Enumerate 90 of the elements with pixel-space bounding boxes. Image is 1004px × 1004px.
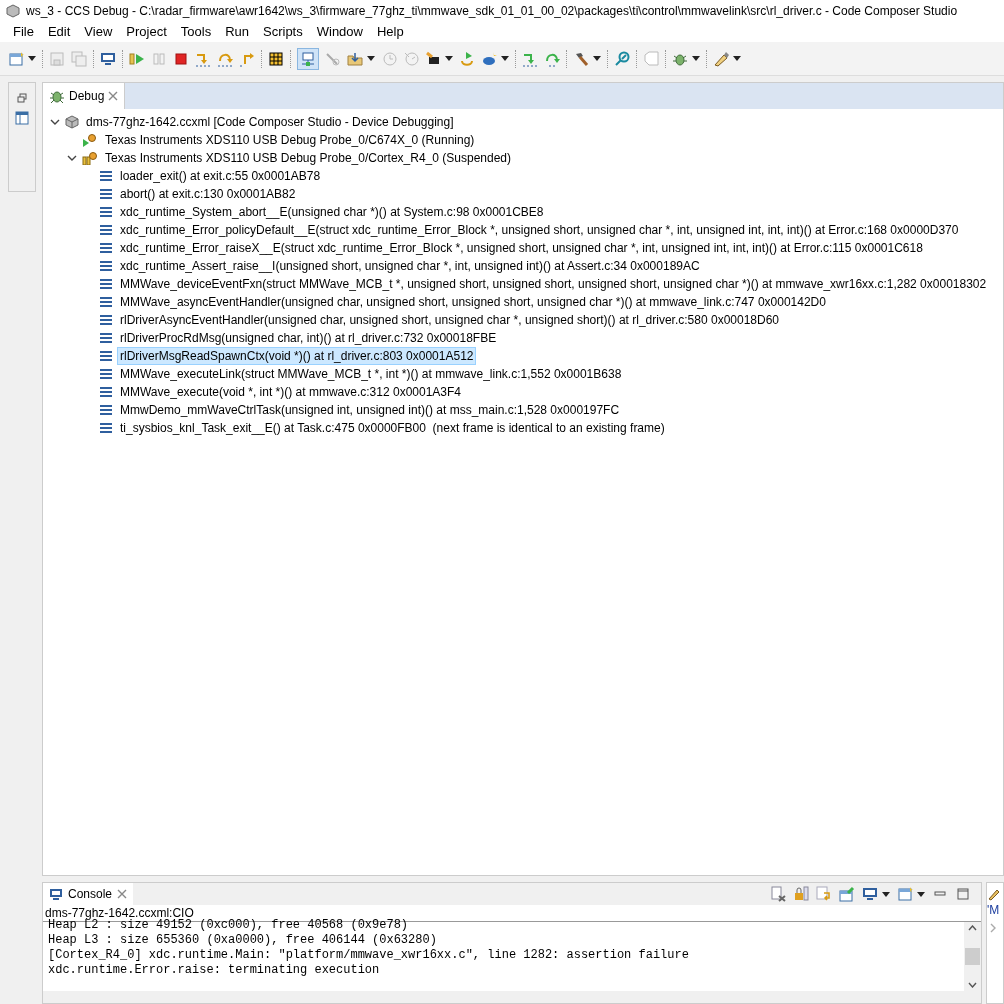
- stop-icon[interactable]: [173, 50, 189, 67]
- hammer-icon[interactable]: [573, 50, 589, 67]
- stack-frame-icon: [99, 422, 113, 434]
- stack-frame-icon: [99, 386, 113, 398]
- stack-frame-item[interactable]: xdc_runtime_Assert_raise__I(unsigned short, unsigned char *, int, unsigned int)() at Assert.c:34 0x000189AC: [117, 257, 703, 275]
- close-icon[interactable]: [117, 889, 128, 899]
- dropdown-caret-icon[interactable]: [593, 56, 601, 61]
- close-icon[interactable]: [108, 91, 119, 101]
- stack-frame-item[interactable]: MmwDemo_mmWaveCtrlTask(unsigned int, unsigned int)() at mss_main.c:1,528 0x000197FC: [117, 401, 623, 419]
- clear-console-icon[interactable]: [770, 886, 786, 902]
- menu-item[interactable]: Project: [119, 21, 174, 42]
- side-panel-text: 'M: [987, 902, 1001, 919]
- running-thread-icon: [82, 133, 98, 147]
- search-icon[interactable]: [614, 50, 630, 67]
- stack-frame-icon: [99, 206, 113, 218]
- stack-frame-icon: [99, 332, 113, 344]
- monitor-icon[interactable]: [100, 50, 116, 67]
- stack-frame-icon: [99, 314, 113, 326]
- stack-frame-icon: [99, 260, 113, 272]
- menu-item[interactable]: Help: [370, 21, 411, 42]
- dropdown-caret-icon[interactable]: [367, 56, 375, 61]
- expand-chevron-icon[interactable]: [67, 154, 77, 162]
- dropdown-caret-icon[interactable]: [692, 56, 700, 61]
- stack-frame-icon: [99, 350, 113, 362]
- dropdown-caret-icon[interactable]: [501, 56, 509, 61]
- stack-frame-item[interactable]: rlDriverAsyncEventHandler(unsigned char, unsigned short, unsigned char *, unsigned short)() at rl_driver.c:580 0x00018D60: [117, 311, 783, 329]
- monitor-icon[interactable]: [862, 886, 878, 902]
- stack-frame-icon: [99, 242, 113, 254]
- tree-item[interactable]: dms-77ghz-1642.ccxml [Code Composer Studio - Device Debugging]: [83, 113, 457, 131]
- stack-frame-icon: [99, 404, 113, 416]
- dropdown-caret-icon[interactable]: [445, 56, 453, 61]
- maximize-icon[interactable]: [955, 886, 971, 902]
- resume-icon[interactable]: [129, 50, 145, 67]
- stack-frame-item[interactable]: xdc_runtime_System_abort__E(unsigned char *)() at System.c:98 0x0001CBE8: [117, 203, 547, 221]
- console-tab[interactable]: Console: [43, 883, 134, 905]
- stack-frame-item[interactable]: rlDriverProcRdMsg(unsigned char, int)() at rl_driver.c:732 0x00018FBE: [117, 329, 500, 347]
- stack-frame-item[interactable]: abort() at exit.c:130 0x0001AB82: [117, 185, 299, 203]
- stack-frame-item[interactable]: MMWave_execute(void *, int *)() at mmwave.c:312 0x0001A3F4: [117, 383, 465, 401]
- stack-frame-icon: [99, 368, 113, 380]
- stack-frame-icon: [99, 170, 113, 182]
- stack-frame-item[interactable]: loader_exit() at exit.c:55 0x0001AB78: [117, 167, 324, 185]
- vertical-scrollbar[interactable]: [964, 922, 981, 991]
- stack-frame-icon: [99, 188, 113, 200]
- bug-icon: [49, 88, 65, 104]
- pen-icon[interactable]: [987, 887, 1001, 901]
- menu-item[interactable]: File: [6, 21, 41, 42]
- dropdown-caret-icon[interactable]: [28, 56, 36, 61]
- window-title: ws_3 - CCS Debug - C:\radar_firmware\awr1642\ws_3\firmware_77ghz_ti\mmwave_sdk_01_01_00_02\packages\ti\control\mmwavelink\src\rl_driver.c - Code Composer Studio: [26, 2, 958, 20]
- debug-tab[interactable]: Debug: [43, 83, 126, 109]
- dropdown-caret-icon[interactable]: [733, 56, 741, 61]
- horizontal-scrollbar[interactable]: [43, 991, 981, 1003]
- monitor-icon: [49, 887, 63, 901]
- pin-icon[interactable]: [839, 886, 855, 902]
- folder-icon[interactable]: [347, 50, 363, 67]
- tree-item[interactable]: Texas Instruments XDS110 USB Debug Probe_0/Cortex_R4_0 (Suspended): [102, 149, 514, 167]
- menu-item[interactable]: Window: [309, 21, 370, 42]
- suspended-thread-icon: [82, 151, 98, 165]
- step-return-icon[interactable]: [239, 50, 255, 67]
- reload-icon[interactable]: [459, 50, 475, 67]
- grid-icon[interactable]: [268, 50, 284, 67]
- stack-frame-icon: [99, 278, 113, 290]
- menu-item[interactable]: Scripts: [256, 21, 310, 42]
- stack-frame-item[interactable]: rlDriverMsgReadSpawnCtx(void *)() at rl_driver.c:803 0x0001A512: [117, 347, 477, 365]
- stack-frame-item[interactable]: MMWave_deviceEventFxn(struct MMWave_MCB_t *, unsigned short, unsigned short, unsigned short, unsigned char *)() at mmwave_xwr16xx.c:1,282 0x00018302: [117, 275, 990, 293]
- stack-frame-icon: [99, 224, 113, 236]
- stack-frame-item[interactable]: ti_sysbios_knl_Task_exit__E() at Task.c:475 0x0000FB00 (next frame is identical to an existing frame): [117, 419, 668, 437]
- pen-icon[interactable]: [713, 50, 729, 67]
- stack-frame-item[interactable]: xdc_runtime_Error_policyDefault__E(struct xdc_runtime_Error_Block *, unsigned short, unsigned char *, int, unsigned int, int, int)() at Error.c:168 0x0000D370: [117, 221, 962, 239]
- expand-chevron-icon[interactable]: [50, 118, 60, 126]
- lock-icon[interactable]: [793, 886, 809, 902]
- word-wrap-icon[interactable]: [816, 886, 832, 902]
- panel-icon[interactable]: [15, 111, 29, 125]
- cube-icon: [6, 3, 20, 18]
- stack-frame-icon: [99, 296, 113, 308]
- chip-icon[interactable]: [425, 50, 441, 67]
- cube-icon: [65, 115, 79, 129]
- menu-item[interactable]: Run: [218, 21, 256, 42]
- dropdown-caret-icon[interactable]: [917, 891, 925, 897]
- scrollbar-thumb[interactable]: [965, 948, 980, 965]
- stack-frame-item[interactable]: MMWave_executeLink(struct MMWave_MCB_t *, int *)() at mmwave_link.c:1,552 0x0001B638: [117, 365, 625, 383]
- restore-icon[interactable]: [17, 93, 27, 103]
- tree-item[interactable]: Texas Instruments XDS110 USB Debug Probe_0/C674X_0 (Running): [102, 131, 478, 149]
- dropdown-caret-icon[interactable]: [882, 891, 890, 897]
- chevron-right-icon[interactable]: [989, 923, 997, 933]
- stack-frame-item[interactable]: MMWave_asyncEventHandler(unsigned char, unsigned short, unsigned short, unsigned char *)() at mmwave_link.c:747 0x000142D0: [117, 293, 829, 311]
- menu-item[interactable]: View: [77, 21, 120, 42]
- menu-item[interactable]: Tools: [173, 21, 219, 42]
- stack-frame-item[interactable]: xdc_runtime_Error_raiseX__E(struct xdc_runtime_Error_Block *, unsigned short, unsigned char *, int, unsigned int, int, int)() at Error.c:115 0x0001C618: [117, 239, 926, 257]
- menu-item[interactable]: Edit: [40, 21, 78, 42]
- connect-icon[interactable]: [300, 50, 316, 67]
